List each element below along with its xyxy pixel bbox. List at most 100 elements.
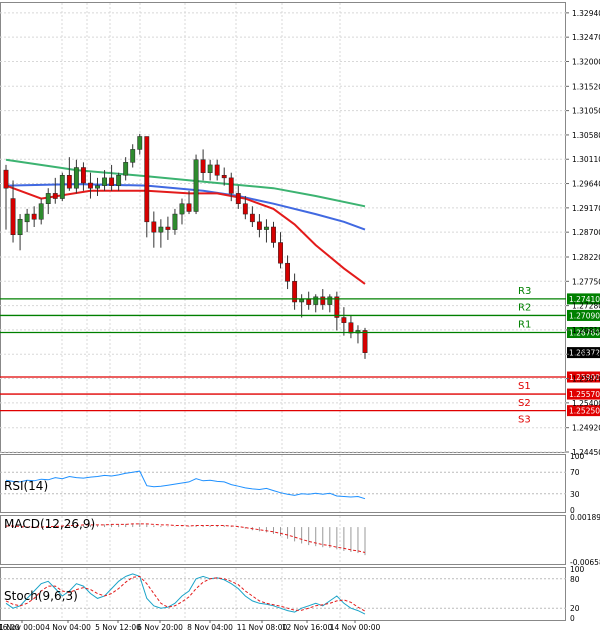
time-axis: 16:001 Nov 00:00 4 Nov 04:00 5 Nov 12:006 … <box>0 620 381 632</box>
pivot-level-name: S2 <box>518 398 531 409</box>
price-tick-label: 1.31520 <box>572 82 600 91</box>
candle-body <box>341 317 347 323</box>
candle-body <box>88 182 93 189</box>
candle-body <box>179 203 185 215</box>
time-tick-label: 8 Nov 04:00 <box>187 623 233 632</box>
candle-body <box>214 164 220 176</box>
candle-body <box>38 203 44 220</box>
candle-body <box>306 299 312 305</box>
price-tick-label: 1.30580 <box>572 131 600 140</box>
candle-body <box>348 322 354 334</box>
candle-body <box>334 296 340 318</box>
price-tick-label: 1.28700 <box>572 228 600 237</box>
candle-body <box>17 218 23 236</box>
time-tick-label: 1 Nov 00:00 <box>0 623 45 632</box>
candle-body <box>73 167 79 189</box>
candle-body <box>242 203 248 215</box>
price-tick-label: 1.29170 <box>572 204 600 213</box>
candle-body <box>313 296 319 305</box>
candle-body <box>116 175 122 186</box>
price-tick-label: 1.32940 <box>572 9 600 18</box>
macd-label: MACD(12,26,9) <box>4 517 95 531</box>
candle-body <box>264 226 269 230</box>
candle-body <box>207 164 213 173</box>
pivot-level-name: S1 <box>518 381 531 392</box>
pivot-price-label: 1.27090 <box>569 311 600 320</box>
panel-frame <box>0 567 566 621</box>
candle-body <box>327 296 333 305</box>
candle-body <box>228 177 234 194</box>
chart-canvas: R31.27410R21.27090R11.26760S11.25900S21.… <box>0 2 600 632</box>
price-tick-label: 1.26340 <box>572 350 600 359</box>
pivot-price-label: 1.25570 <box>569 390 600 399</box>
candle-body <box>3 169 9 189</box>
price-tick-label: 1.31050 <box>572 107 600 116</box>
candle-body <box>165 226 171 230</box>
rsi-tick-label: 70 <box>570 468 580 477</box>
time-tick-label: 12 Nov 16:00 <box>282 623 333 632</box>
price-tick-label: 1.24920 <box>572 424 600 433</box>
candle-body <box>80 167 86 184</box>
candle-body <box>186 203 192 212</box>
rsi-tick-label: 30 <box>570 490 580 499</box>
candle-body <box>102 177 107 186</box>
rsi-tick-label: 100 <box>570 452 585 461</box>
candle-body <box>52 193 58 199</box>
pivot-price-label: 1.25250 <box>569 407 600 416</box>
rsi-label: RSI(14) <box>4 479 48 493</box>
candle-body <box>123 162 129 176</box>
candle-body <box>256 221 262 230</box>
macd-tick-label: 0.001899 <box>570 513 600 522</box>
candle-body <box>299 299 305 303</box>
candle-body <box>158 226 164 233</box>
candle-body <box>130 149 136 163</box>
stoch-tick-label: 100 <box>570 565 585 574</box>
pivot-level-name: S3 <box>518 415 531 426</box>
price-tick-label: 1.27280 <box>572 302 600 311</box>
price-tick-label: 1.29640 <box>572 180 600 189</box>
stoch-tick-label: 80 <box>570 575 580 584</box>
candle-body <box>66 175 72 189</box>
stoch-tick-label: 20 <box>570 604 580 613</box>
candle-body <box>193 159 199 212</box>
candle-body <box>10 198 16 236</box>
pivot-level-name: R1 <box>518 320 531 331</box>
time-tick-label: 6 Nov 20:00 <box>137 623 183 632</box>
price-tick-label: 1.25870 <box>572 375 600 384</box>
price-tick-label: 1.32000 <box>572 57 600 66</box>
pivot-level-name: R2 <box>518 302 531 313</box>
candle-body <box>144 136 150 223</box>
pivot-level-name: R3 <box>518 286 531 297</box>
candle-body <box>249 213 255 223</box>
time-tick-label: 14 Nov 00:00 <box>330 623 381 632</box>
candle-body <box>221 175 227 179</box>
candle-body <box>45 193 51 204</box>
panel-frame <box>0 2 566 453</box>
price-tick-label: 1.27750 <box>572 277 600 286</box>
candle-body <box>278 242 283 264</box>
time-tick-label: 11 Nov 08:00 <box>237 623 288 632</box>
stoch-label: Stoch(9,6,3) <box>4 589 78 603</box>
candle-body <box>362 330 368 353</box>
candle-body <box>285 262 291 282</box>
stoch-tick-label: 0 <box>570 614 575 623</box>
time-tick-label: 5 Nov 12:00 <box>95 623 141 632</box>
candle-body <box>151 221 157 233</box>
price-tick-label: 1.25400 <box>572 399 600 408</box>
candle-body <box>95 185 100 189</box>
candle-body <box>172 213 178 230</box>
price-tick-label: 1.32470 <box>572 33 600 42</box>
candle-body <box>24 213 30 223</box>
candle-body <box>235 193 241 204</box>
candle-body <box>31 213 37 220</box>
candle-body <box>200 159 206 173</box>
candle-body <box>271 226 276 243</box>
candle-body <box>137 136 143 150</box>
price-tick-label: 1.26810 <box>572 326 600 335</box>
candle-body <box>109 177 115 186</box>
candle-body <box>320 296 326 305</box>
time-tick-label: 4 Nov 04:00 <box>45 623 91 632</box>
price-tick-label: 1.30110 <box>572 155 600 164</box>
price-tick-label: 1.28220 <box>572 253 600 262</box>
candle-body <box>59 175 65 199</box>
